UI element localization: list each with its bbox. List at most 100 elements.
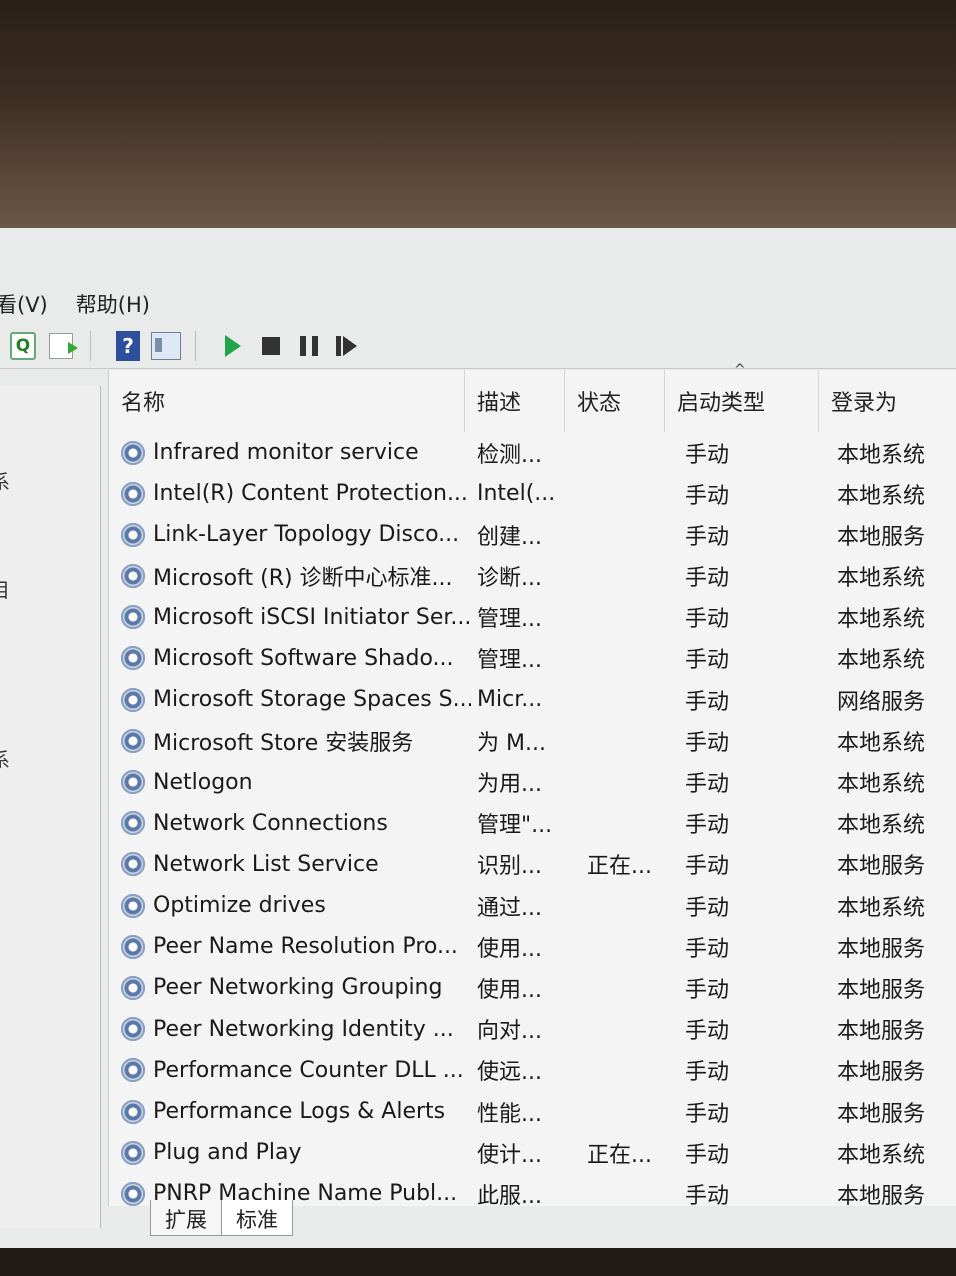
service-startup-type: 手动 [685,607,730,633]
service-startup-type: 手动 [685,524,730,550]
service-status [587,1173,677,1214]
service-rows: Infrared monitor service 检测... 手动 本地系统 Intel… [109,432,956,1215]
service-name-cell: Microsoft Storage Spaces S... [121,679,471,720]
service-name-cell: Netlogon [121,762,471,803]
service-status [587,556,677,597]
service-name-cell: Peer Networking Grouping [121,967,471,1008]
service-status [587,514,677,555]
column-name-header[interactable]: 名称 [109,370,465,432]
service-logon-as: 本地服务 [837,936,926,962]
table-row[interactable]: Netlogon 为用... 手动 本地系统 [109,762,956,803]
service-description: 识别... [477,854,542,880]
service-status [587,803,677,844]
table-row[interactable]: Microsoft (R) 诊断中心标准... 诊断... 手动 本地系统 [109,556,956,597]
service-status [587,926,677,967]
table-row[interactable]: Peer Name Resolution Pro... 使用... 手动 本地服务 [109,926,956,967]
service-name-cell: Peer Networking Identity ... [121,1009,471,1050]
service-name: Infrared monitor service [153,440,419,465]
service-name: Microsoft Store 安装服务 [153,730,414,756]
tab-extended[interactable]: 扩展 [150,1200,222,1236]
service-gear-icon [121,728,145,753]
pause-service-button[interactable] [294,331,324,361]
table-row[interactable]: Peer Networking Grouping 使用... 手动 本地服务 [109,967,956,1008]
service-logon-as: 本地服务 [837,854,926,880]
left-pane-label: 系 [0,466,10,495]
table-row[interactable]: Plug and Play 使计... 正在... 手动 本地系统 [109,1132,956,1173]
table-row[interactable]: Performance Counter DLL ... 使远... 手动 本地服务 [109,1050,956,1091]
help-button[interactable]: ? [113,331,143,361]
service-logon-as: 本地系统 [837,895,926,921]
service-name-cell: Performance Counter DLL ... [121,1050,471,1091]
service-logon-as: 本地系统 [837,607,926,633]
column-startup-type-label: 启动类型 [677,391,766,416]
table-row[interactable]: Microsoft Store 安装服务 为 M... 手动 本地系统 [109,720,956,761]
service-description: 向对... [477,1019,542,1045]
export-list-button[interactable] [46,331,78,361]
service-description: 此服... [477,1183,542,1209]
service-name: Performance Counter DLL ... [153,1057,464,1083]
table-row[interactable]: Infrared monitor service 检测... 手动 本地系统 [109,432,956,473]
service-startup-type: 手动 [685,1183,730,1209]
service-logon-as: 本地服务 [837,1060,926,1086]
services-list: 名称 描述 状态 启动类型 登录为 ^ Infrared monitor ser… [108,362,956,1209]
service-status [587,597,677,638]
menu-view[interactable]: 看(V) [0,289,48,319]
service-description: 为用... [477,772,542,797]
table-row[interactable]: Intel(R) Content Protection... Intel(... 手… [109,473,956,514]
service-description: 使计... [477,1142,542,1168]
table-row[interactable]: Network Connections 管理"... 手动 本地系统 [109,803,956,844]
service-name: Microsoft (R) 诊断中心标准... [153,566,453,592]
service-gear-icon [121,1181,145,1206]
column-description-header[interactable]: 描述 [465,370,565,432]
service-name: Intel(R) Content Protection... [153,481,468,507]
table-row[interactable]: Optimize drives 通过... 手动 本地系统 [109,885,956,926]
service-description: 使用... [477,977,542,1003]
column-startup-type-header[interactable]: 启动类型 [665,370,819,432]
stop-icon [262,337,280,355]
stop-service-button[interactable] [256,331,286,361]
start-service-button[interactable] [218,331,248,361]
service-logon-as: 本地服务 [837,1101,926,1127]
toolbar: Q ? [0,324,956,369]
view-tabs: 扩展 标准 [150,1200,293,1236]
service-name: Netlogon [153,769,253,795]
resume-service-button[interactable] [332,331,362,361]
service-name-cell: Microsoft iSCSI Initiator Ser... [121,597,471,638]
table-row[interactable]: Link-Layer Topology Disco... 创建... 手动 本地服务 [109,514,956,555]
service-logon-as: 本地系统 [837,772,926,797]
service-name: Microsoft Storage Spaces S... [153,687,471,713]
service-gear-icon [121,975,145,1000]
service-startup-type: 手动 [685,1142,730,1168]
service-startup-type: 手动 [685,442,730,468]
table-row[interactable]: Microsoft iSCSI Initiator Ser... 管理... 手动 本… [109,597,956,638]
monitor-bezel-bottom [0,1248,956,1276]
column-status-header[interactable]: 状态 [565,370,665,432]
service-startup-type: 手动 [685,483,730,509]
table-row[interactable]: Performance Logs & Alerts 性能... 手动 本地服务 [109,1091,956,1132]
table-row[interactable]: Network List Service 识别... 正在... 手动 本地服务 [109,844,956,885]
service-name-cell: Microsoft Store 安装服务 [121,720,471,761]
show-hide-pane-button[interactable] [151,331,181,361]
service-gear-icon [121,1140,145,1165]
service-name: Network Connections [153,810,388,836]
tab-standard[interactable]: 标准 [221,1200,293,1236]
refresh-button[interactable]: Q [8,331,38,361]
service-gear-icon [121,522,145,547]
service-description: 为 M... [477,730,546,756]
service-logon-as: 本地服务 [837,1183,926,1209]
service-status: 正在... [587,1142,652,1168]
table-row[interactable]: Peer Networking Identity ... 向对... 手动 本地服务 [109,1009,956,1050]
menu-help[interactable]: 帮助(H) [76,289,150,319]
table-row[interactable]: Microsoft Storage Spaces S... Micr... 手动 网络… [109,679,956,720]
service-name: Network List Service [153,851,379,877]
column-logon-as-label: 登录为 [831,391,898,416]
table-row[interactable]: Microsoft Software Shado... 管理... 手动 本地系统 [109,638,956,679]
service-description: 管理... [477,607,542,633]
service-logon-as: 本地系统 [837,442,926,468]
toolbar-separator [195,331,196,361]
service-status: 正在... [587,854,652,880]
service-name-cell: Network List Service [121,844,471,885]
column-status-label: 状态 [577,391,622,416]
service-status [587,432,677,473]
column-logon-as-header[interactable]: 登录为 [819,370,956,432]
